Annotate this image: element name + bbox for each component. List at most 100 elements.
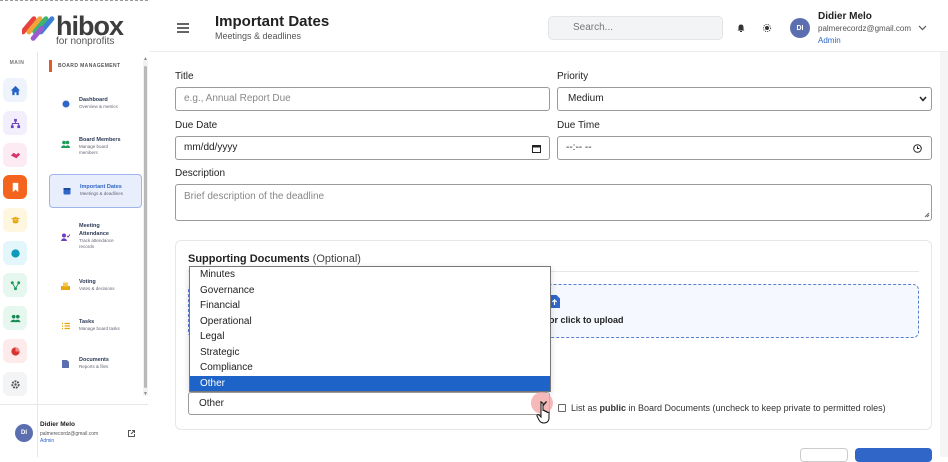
dropdown-option-financial[interactable]: Financial xyxy=(190,298,550,314)
sidebar-item-voting[interactable]: Voting Votes & decisions xyxy=(49,278,142,300)
rail-sitemap-button[interactable] xyxy=(3,111,27,135)
header-user-name: Didier Melo xyxy=(818,11,872,22)
sidebar-item-sublabel: Overview & metrics xyxy=(79,104,118,109)
upload-instruction[interactable]: or click to upload xyxy=(549,315,624,325)
dropdown-option-legal[interactable]: Legal xyxy=(190,329,550,345)
rail-users-button[interactable] xyxy=(3,306,27,330)
board-sidebar: BOARD MANAGEMENT Dashboard Overview & met… xyxy=(40,52,148,400)
hamburger-menu-icon[interactable] xyxy=(177,23,189,33)
public-checkbox-label[interactable]: List as public in Board Documents (unche… xyxy=(571,403,886,413)
avatar: DI xyxy=(15,424,33,442)
rail-graduation-button[interactable] xyxy=(3,208,27,232)
save-button[interactable] xyxy=(855,448,932,462)
user-check-icon xyxy=(61,232,70,241)
header-user-email: palmerecordz@gmail.com xyxy=(818,24,912,33)
sidebar-item-board-members[interactable]: Board Members Manage board members xyxy=(49,136,142,164)
sidebar-scroll-thumb[interactable] xyxy=(144,66,147,388)
dropdown-option-other[interactable]: Other xyxy=(190,375,550,391)
bell-icon[interactable] xyxy=(737,24,745,32)
dashboard-icon xyxy=(61,99,70,108)
rail-home-button[interactable] xyxy=(3,78,27,102)
network-icon xyxy=(10,280,20,290)
graduation-icon xyxy=(10,216,20,223)
category-select-value: Other xyxy=(199,398,225,409)
chevron-down-icon[interactable] xyxy=(918,25,927,31)
list-icon xyxy=(61,321,70,330)
rail-handshake-button[interactable] xyxy=(3,143,27,167)
description-textarea[interactable]: Brief description of the deadline xyxy=(175,184,932,221)
category-dropdown-list[interactable]: Minutes Governance Financial Operational… xyxy=(189,266,551,392)
cancel-button[interactable] xyxy=(800,448,848,462)
public-label-prefix: List as xyxy=(571,403,600,413)
dropdown-option-minutes[interactable]: Minutes xyxy=(190,267,550,283)
brand-tagline: for nonprofits xyxy=(56,36,115,47)
sidebar-item-documents[interactable]: Documents Reports & files xyxy=(49,356,142,378)
sidebar-item-sublabel: Meetings & deadlines xyxy=(80,191,124,196)
handshake-icon xyxy=(10,152,20,158)
sidebar-user-role: Admin xyxy=(40,438,55,444)
vote-icon xyxy=(61,281,70,290)
users-icon xyxy=(9,314,21,322)
rail-globe-button[interactable] xyxy=(3,241,27,265)
description-label: Description xyxy=(175,168,226,179)
sidebar-item-dashboard[interactable]: Dashboard Overview & metrics xyxy=(49,96,142,118)
rail-bookmark-button[interactable] xyxy=(3,175,27,199)
sidebar-item-label: Voting xyxy=(79,279,96,285)
public-label-bold: public xyxy=(599,403,627,413)
page-title: Important Dates xyxy=(215,13,330,30)
dropdown-option-governance[interactable]: Governance xyxy=(190,283,550,299)
external-link-icon[interactable] xyxy=(128,430,135,437)
gear-icon xyxy=(10,379,20,389)
search-input[interactable]: Search... xyxy=(548,16,723,40)
supporting-documents-heading: Supporting Documents (Optional) xyxy=(188,253,361,265)
due-time-input[interactable]: --:-- -- xyxy=(557,136,932,160)
rail-settings-button[interactable] xyxy=(3,372,27,396)
hibox-logo[interactable]: hibox for nonprofits xyxy=(22,12,132,47)
due-time-label: Due Time xyxy=(557,120,600,131)
dropdown-option-operational[interactable]: Operational xyxy=(190,314,550,330)
sidebar-item-label: Important Dates xyxy=(80,184,122,190)
rail-section-label: MAIN xyxy=(9,60,25,66)
title-label: Title xyxy=(175,71,194,82)
sidebar-heading: BOARD MANAGEMENT xyxy=(49,60,121,72)
due-date-label: Due Date xyxy=(175,120,218,131)
public-checkbox[interactable] xyxy=(558,404,566,412)
sidebar-user-card[interactable]: DI Didier Melo palmerecordz@gmail.com Ad… xyxy=(0,404,148,457)
documents-heading-optional: (Optional) xyxy=(312,253,361,265)
calendar-icon xyxy=(62,186,71,195)
sidebar-item-sublabel: Track attendance records xyxy=(79,238,114,249)
rail-chart-button[interactable] xyxy=(3,339,27,363)
sidebar-user-email: palmerecordz@gmail.com xyxy=(40,431,99,437)
sidebar-item-label: Board Members xyxy=(79,137,121,143)
sidebar-item-sublabel: Manage board tasks xyxy=(79,326,120,331)
sidebar-item-sublabel: Reports & files xyxy=(79,364,109,369)
sidebar-user-name: Didier Melo xyxy=(40,421,76,428)
clock-icon[interactable] xyxy=(913,144,922,153)
page-scrollbar[interactable] xyxy=(940,52,948,457)
chart-pie-icon xyxy=(10,346,20,356)
sidebar-scroll-down-icon[interactable]: ▼ xyxy=(143,391,148,397)
rail-network-button[interactable] xyxy=(3,273,27,297)
title-input[interactable]: e.g., Annual Report Due xyxy=(175,87,550,111)
category-select[interactable]: Other xyxy=(188,392,550,415)
documents-heading-text: Supporting Documents xyxy=(188,253,310,265)
priority-select[interactable]: Medium xyxy=(557,87,932,111)
sidebar-item-meeting-attendance[interactable]: Meeting Attendance Track attendance recor… xyxy=(49,222,142,256)
page-subtitle: Meetings & deadlines xyxy=(215,31,302,41)
public-label-suffix: in Board Documents (uncheck to keep priv… xyxy=(626,403,886,413)
sidebar-item-label: Documents xyxy=(79,357,109,363)
due-date-input[interactable]: mm/dd/yyyy xyxy=(175,136,550,160)
resize-handle-icon[interactable] xyxy=(924,212,930,218)
dropdown-option-compliance[interactable]: Compliance xyxy=(190,360,550,376)
sidebar-item-sublabel: Votes & decisions xyxy=(79,286,115,291)
sidebar-item-important-dates[interactable]: Important Dates Meetings & deadlines xyxy=(49,174,142,208)
due-date-value: mm/dd/yyyy xyxy=(184,142,238,153)
dropdown-option-strategic[interactable]: Strategic xyxy=(190,345,550,361)
home-icon xyxy=(10,85,20,95)
sidebar-item-tasks[interactable]: Tasks Manage board tasks xyxy=(49,318,142,340)
header-avatar[interactable]: DI xyxy=(790,18,810,38)
due-time-value: --:-- -- xyxy=(566,142,592,153)
theme-toggle-icon[interactable] xyxy=(763,24,771,32)
sidebar-scroll-up-icon[interactable]: ▲ xyxy=(143,56,148,62)
calendar-icon[interactable] xyxy=(532,144,541,153)
